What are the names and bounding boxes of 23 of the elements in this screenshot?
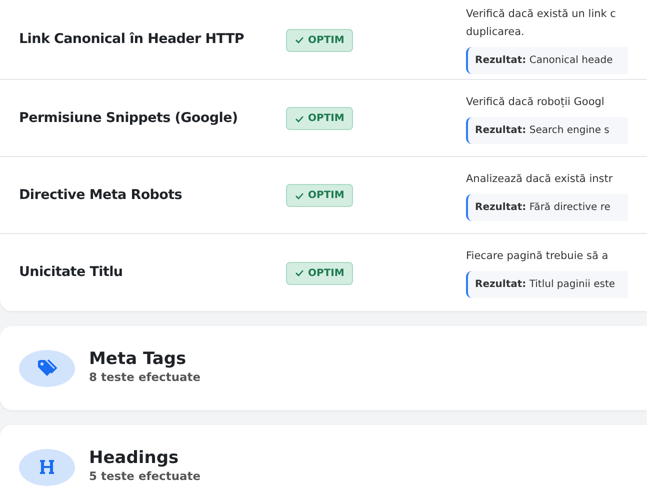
check-name: Unicitate Titlu xyxy=(18,263,124,282)
check-name: Directive Meta Robots xyxy=(18,186,184,205)
result-text: Rezultat: Fără directive re xyxy=(466,194,628,220)
section-title: Headings xyxy=(89,448,180,468)
result-text: Rezultat: Search engine s xyxy=(466,116,628,144)
description-text: Analizează dacă există instr xyxy=(466,172,614,186)
test-count: 5 teste efectuate xyxy=(89,468,201,486)
test-count: 8 teste efectuate xyxy=(89,369,201,386)
description-text: Verifică dacă roboții Googl xyxy=(466,94,606,110)
description-text: duplicarea. xyxy=(466,25,526,40)
result-text: Rezultat: Titlul paginii este xyxy=(466,271,628,298)
status-badge: OPTIM xyxy=(286,184,354,208)
check-name: Link Canonical în Header HTTP xyxy=(18,30,245,50)
tags-icon xyxy=(36,358,58,378)
description-text: Fiecare pagină trebuie să a xyxy=(466,249,610,264)
status-badge: OPTIM xyxy=(286,28,354,52)
status-badge: OPTIM xyxy=(286,107,354,130)
section-title: Meta Tags xyxy=(89,350,188,370)
status-badge: OPTIM xyxy=(286,262,354,285)
heading-icon xyxy=(38,458,56,476)
result-text: Rezultat: Canonical heade xyxy=(466,47,628,74)
check-name: Permisiune Snippets (Google) xyxy=(18,108,239,128)
description-text: Verifică dacă există un link c xyxy=(466,7,617,22)
